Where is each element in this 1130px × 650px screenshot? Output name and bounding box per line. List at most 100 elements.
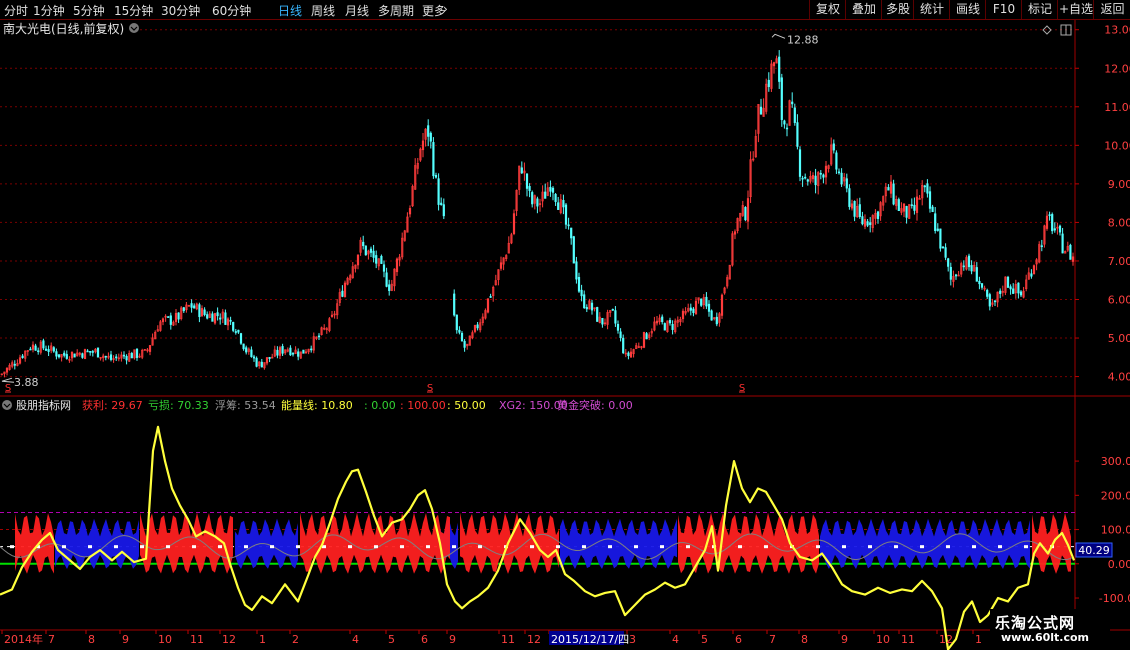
candle-body [840,172,843,185]
candle-body [564,204,568,225]
candle-body [814,175,817,186]
more-arrow[interactable]: › [443,2,448,16]
indicator-legend-item: 获利: 29.67 [82,399,143,412]
candle-body [216,312,219,317]
candle-body [364,245,367,256]
midline-marker [374,545,378,549]
candle-body [1051,214,1054,232]
candle-body [429,132,432,142]
midline-marker [10,545,14,549]
candle-body [1058,225,1062,233]
time-axis-label: 4 [352,633,359,646]
candle-body [572,236,575,264]
candle-body [536,198,539,207]
candle-body [661,316,664,323]
candle-body [13,363,16,366]
time-axis-label: 7 [48,633,55,646]
midline-marker [816,545,820,549]
candle-body [193,305,196,309]
time-axis-label: 5 [388,633,395,646]
midline-marker [452,545,456,549]
candle-body [947,258,950,267]
candle-body [939,228,942,249]
candle-body [1006,276,1010,288]
candle-body [122,354,126,357]
tab-timeframe-2[interactable]: 5分钟 [73,2,105,19]
indicator-dropdown-icon [2,400,12,410]
toolbar-button-2[interactable]: 多股 [881,0,914,19]
tab-timeframe-3[interactable]: 15分钟 [114,2,153,19]
indicator-tick-label: 200.00 [1101,489,1130,502]
candle-body [796,122,799,147]
candle-body [934,213,937,231]
candle-body [34,345,37,351]
toolbar-button-6[interactable]: 标记 [1021,0,1058,19]
stock-chart[interactable]: 13.0012.0011.0010.009.008.007.006.005.00… [0,20,1130,650]
candle-body [551,187,555,193]
candle-body [557,202,560,210]
tab-timeframe-1[interactable]: 1分钟 [33,2,65,19]
midline-marker [530,545,534,549]
candle-body [936,228,939,231]
tab-timeframe-6[interactable]: 日线 [278,2,302,19]
toolbar-button-3[interactable]: 统计 [913,0,950,19]
tab-timeframe-9[interactable]: 多周期 [378,2,414,19]
toolbar-button-7[interactable]: +自选 [1057,0,1094,19]
toolbar-button-1[interactable]: 叠加 [845,0,882,19]
tab-timeframe-5[interactable]: 60分钟 [212,2,251,19]
candle-body [619,331,622,339]
tab-timeframe-7[interactable]: 周线 [311,2,335,19]
time-axis-label: 7 [769,633,776,646]
candle-body [252,356,256,359]
time-axis-label: 5 [701,633,708,646]
toolbar-button-0[interactable]: 复权 [809,0,846,19]
price-tick-label: 12.00 [1104,62,1130,75]
candle-body [260,361,263,368]
candle-body [549,186,552,192]
candle-body [645,333,648,340]
tab-timeframe-0[interactable]: 分时 [4,2,28,19]
candle-body [585,307,588,310]
candle-body [910,204,913,206]
candle-body [835,152,838,170]
candle-body [1019,291,1023,296]
indicator-legend-item: 能量线: 10.80 [281,398,353,412]
max-price-label: 12.88 [787,33,819,46]
time-axis-label: 3 [629,633,636,646]
candle-body [380,255,383,264]
tab-timeframe-4[interactable]: 30分钟 [161,2,200,19]
candle-body [988,294,991,307]
min-price-label: 3.88 [14,376,39,389]
time-axis-label: 2014年 [4,632,43,646]
indicator-tick-label: -100.00 [1099,592,1130,605]
candle-body [211,313,214,322]
tab-timeframe-8[interactable]: 月线 [345,2,369,19]
indicator-legend-item: : 0.00 [364,399,396,412]
toolbar-button-4[interactable]: 画线 [949,0,986,19]
candle-body [744,207,747,221]
time-axis-label: 11 [501,633,515,646]
candle-body [135,348,139,358]
candle-body [219,317,222,320]
min-marker [1,377,15,383]
candle-body [55,351,58,357]
candle-body [268,356,271,359]
candle-body [705,296,708,307]
candle-body [37,350,40,353]
max-marker [771,33,786,39]
candle-body [801,177,804,180]
candle-body [388,284,391,291]
candle-body [567,224,570,227]
time-axis-label: 4 [672,633,679,646]
candle-body [177,312,180,320]
candle-body [455,314,458,331]
toolbar-button-8[interactable]: 返回 [1093,0,1130,19]
candle-body [861,216,864,225]
time-axis-label: 2 [292,633,299,646]
candle-body [611,309,614,311]
candle-body [289,347,292,356]
candle-body [437,178,440,205]
toolbar-button-5[interactable]: F10 [985,0,1022,19]
candle-body [926,183,929,194]
candle-body [234,331,237,333]
